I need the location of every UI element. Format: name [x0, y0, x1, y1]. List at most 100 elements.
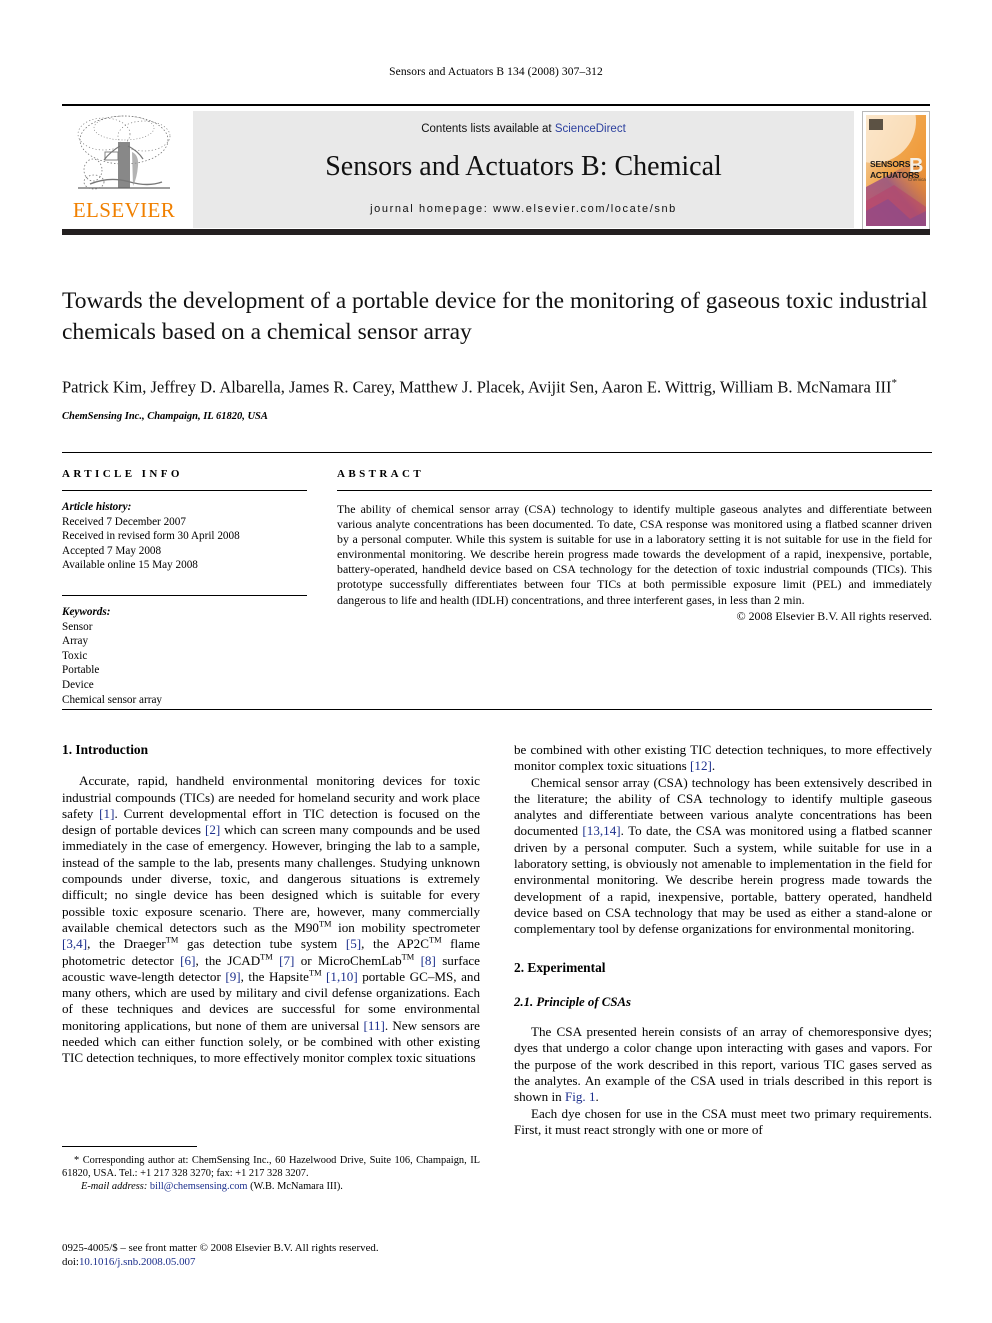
keyword-item: Array	[62, 635, 89, 648]
doi-link[interactable]: 10.1016/j.snb.2008.05.007	[79, 1256, 195, 1268]
citation-ref[interactable]: [1]	[99, 806, 114, 821]
journal-homepage[interactable]: journal homepage: www.elsevier.com/locat…	[193, 203, 854, 215]
running-head: Sensors and Actuators B 134 (2008) 307–3…	[389, 66, 603, 78]
journal-title: Sensors and Actuators B: Chemical	[325, 151, 722, 182]
intro-paragraph-1: Accurate, rapid, handheld environmental …	[62, 773, 480, 1066]
citation-ref[interactable]: [3,4]	[62, 936, 87, 951]
keyword-item: Device	[62, 678, 94, 691]
elsevier-logo: ELSEVIER	[64, 110, 184, 228]
journal-masthead: ELSEVIER Contents lists available at Sci…	[62, 104, 930, 235]
footnote-block: * Corresponding author at: ChemSensing I…	[62, 1154, 480, 1194]
cover-series-letter: B	[909, 155, 924, 177]
masthead-top-rule	[62, 104, 930, 106]
keyword-item: Portable	[62, 664, 100, 677]
email-link[interactable]: bill@chemsensing.com	[150, 1181, 248, 1192]
elsevier-wordmark: ELSEVIER	[72, 198, 176, 222]
keywords-list: Keywords: Sensor Array Toxic Portable De…	[62, 605, 307, 707]
email-label: E-mail address:	[81, 1181, 148, 1193]
abstract-text: The ability of chemical sensor array (CS…	[337, 502, 932, 607]
citation-ref[interactable]: [2]	[205, 822, 220, 837]
corresponding-author-marker[interactable]: *	[891, 377, 897, 389]
body-column-right: be combined with other existing TIC dete…	[514, 742, 932, 1138]
email-note: E-mail address: bill@chemsensing.com (W.…	[62, 1180, 480, 1193]
keyword-item: Chemical sensor array	[62, 693, 163, 706]
trademark-mark: TM	[165, 935, 179, 945]
article-info-column: ARTICLE INFO Article history: Received 7…	[62, 468, 307, 707]
trademark-mark: TM	[318, 919, 332, 929]
citation-ref[interactable]: [7]	[279, 953, 294, 968]
text-run: , the Hapsite	[240, 968, 309, 984]
corresponding-author-note: * Corresponding author at: ChemSensing I…	[62, 1155, 480, 1180]
doi-line: doi:10.1016/j.snb.2008.05.007	[62, 1255, 492, 1269]
authors-text: Patrick Kim, Jeffrey D. Albarella, James…	[62, 377, 892, 397]
author-list: Patrick Kim, Jeffrey D. Albarella, James…	[62, 371, 932, 400]
elsevier-tree-icon	[77, 115, 171, 190]
masthead-bottom-rule	[62, 229, 930, 235]
heading-experimental: 2. Experimental	[514, 959, 606, 975]
heading-principle-of-csas: 2.1. Principle of CSAs	[514, 994, 631, 1009]
abstract-heading: ABSTRACT	[337, 468, 425, 480]
experimental-paragraph-1: The CSA presented herein consists of an …	[514, 1024, 932, 1105]
figure-ref[interactable]: Fig. 1	[565, 1089, 596, 1104]
paper-page: Sensors and Actuators B 134 (2008) 307–3…	[0, 0, 992, 1323]
history-item: Received in revised form 30 April 2008	[62, 530, 240, 543]
journal-cover-thumbnail[interactable]: SENSORS and ACTUATORS B Chemical	[862, 111, 930, 230]
citation-ref[interactable]: [11]	[364, 1018, 385, 1033]
keyword-item: Sensor	[62, 620, 93, 633]
intro-paragraph-2: Chemical sensor array (CSA) technology h…	[514, 775, 932, 938]
affiliation: ChemSensing Inc., Champaign, IL 61820, U…	[62, 411, 268, 422]
article-info-rule	[62, 490, 307, 491]
abstract-column: ABSTRACT The ability of chemical sensor …	[337, 468, 932, 624]
text-run: , the Draeger	[87, 936, 166, 952]
text-run: ion mobility spectrometer	[331, 919, 480, 935]
text-run: . To date, the CSA was monitored using a…	[514, 823, 933, 937]
imprint-block: 0925-4005/$ – see front matter © 2008 El…	[62, 1241, 492, 1269]
abstract-block-top-rule	[62, 452, 932, 453]
citation-ref[interactable]: [1,10]	[326, 969, 358, 984]
keyword-item: Toxic	[62, 649, 88, 662]
cover-artwork: SENSORS and ACTUATORS B Chemical	[866, 115, 926, 226]
keywords-label: Keywords:	[62, 605, 111, 618]
citation-ref[interactable]: [6]	[180, 953, 195, 968]
abstract-rule	[337, 490, 932, 491]
body-column-left: 1. Introduction Accurate, rapid, handhel…	[62, 742, 480, 1067]
history-item: Received 7 December 2007	[62, 515, 186, 528]
article-history: Article history: Received 7 December 200…	[62, 500, 307, 573]
issn-copyright-line: 0925-4005/$ – see front matter © 2008 El…	[62, 1242, 379, 1254]
email-owner: (W.B. McNamara III).	[247, 1181, 343, 1193]
abstract-copyright: © 2008 Elsevier B.V. All rights reserved…	[736, 608, 932, 623]
citation-ref[interactable]: [8]	[421, 953, 436, 968]
trademark-mark: TM	[308, 968, 322, 978]
trademark-mark: TM	[428, 935, 442, 945]
footnote-rule	[62, 1146, 197, 1147]
text-run: which can screen many compounds and be u…	[62, 822, 480, 935]
text-run: .	[595, 1089, 599, 1105]
trademark-mark: TM	[260, 952, 273, 962]
trademark-mark: TM	[401, 952, 415, 962]
doi-label: doi:	[62, 1256, 79, 1268]
journal-band: Contents lists available at ScienceDirec…	[193, 111, 854, 228]
citation-ref[interactable]: [12]	[690, 758, 712, 773]
text-run: .	[711, 758, 716, 774]
text-run: , the JCAD	[195, 952, 261, 968]
article-history-label: Article history:	[62, 501, 132, 513]
history-item: Accepted 7 May 2008	[62, 544, 162, 557]
cover-publisher-mark	[869, 119, 883, 130]
citation-ref[interactable]: [9]	[225, 969, 240, 984]
citation-ref[interactable]: [13,14]	[582, 823, 620, 838]
text-run: , the AP2C	[361, 936, 429, 952]
contents-prefix: Contents lists available at	[421, 123, 555, 135]
text-run: or MicroChemLab	[294, 952, 402, 968]
intro-paragraph-1-continued: be combined with other existing TIC dete…	[514, 742, 932, 775]
sciencedirect-link[interactable]: ScienceDirect	[555, 123, 626, 135]
page-title: Towards the development of a portable de…	[62, 288, 928, 345]
abstract-block-bottom-rule	[62, 709, 932, 710]
cover-subtitle: Chemical	[908, 177, 926, 182]
heading-introduction: 1. Introduction	[62, 742, 149, 757]
keywords-rule	[62, 594, 307, 596]
article-info-heading: ARTICLE INFO	[62, 468, 183, 480]
experimental-paragraph-2: Each dye chosen for use in the CSA must …	[514, 1105, 932, 1137]
history-item: Available online 15 May 2008	[62, 559, 198, 572]
citation-ref[interactable]: [5]	[346, 936, 361, 951]
text-run: gas detection tube system	[178, 936, 346, 952]
